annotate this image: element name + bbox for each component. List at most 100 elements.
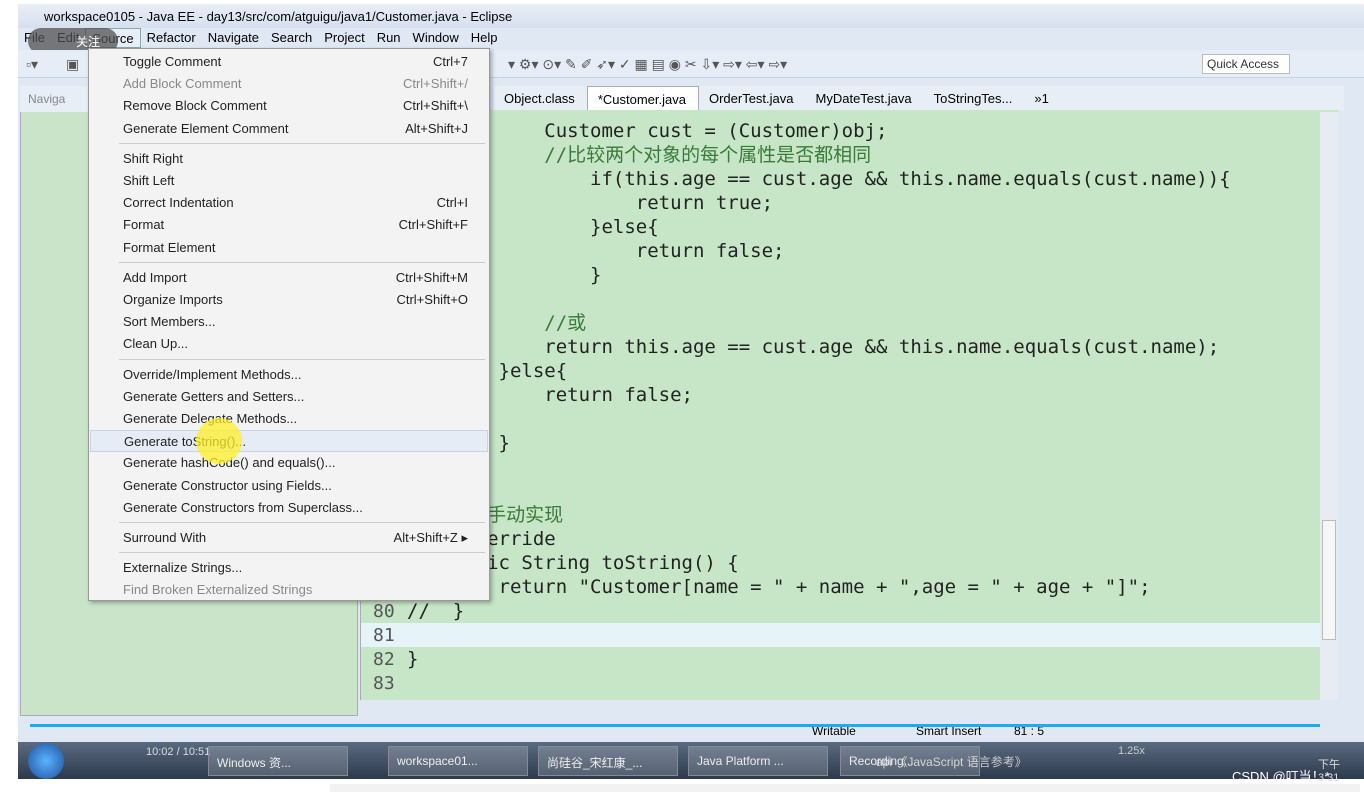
menu-item-shift-right[interactable]: Shift Right (90, 148, 488, 170)
code-line: 64 }else{ (361, 215, 1338, 239)
code-line: 66 } (361, 263, 1338, 287)
mouse-cursor-highlight (196, 418, 242, 464)
menu-item-add-block-comment: Add Block Comment Ctrl+Shift+/ (90, 73, 488, 95)
code-line: 71 return false; (361, 383, 1338, 407)
line-number: 80 (373, 601, 395, 622)
menu-item-add-import[interactable]: Add Import Ctrl+Shift+M (90, 267, 488, 289)
code-line: 70 }else{ (361, 359, 1338, 383)
code-text: if(this.age == cust.age && this.name.equ… (407, 168, 1231, 190)
code-line: 77 @Override (361, 527, 1338, 551)
menu-item-shift-left[interactable]: Shift Left (90, 170, 488, 192)
menu-item-format-element[interactable]: Format Element (90, 237, 488, 259)
code-line: 79 return "Customer[name = " + name + ",… (361, 575, 1338, 599)
title-bar: workspace0105 - Java EE - day13/src/com/… (18, 4, 1364, 28)
line-number: 83 (373, 673, 395, 694)
menu-item-shortcut: Alt+Shift+J (405, 120, 468, 136)
menu-run[interactable]: Run (371, 28, 407, 48)
taskbar-item[interactable]: Java Platform ... (688, 746, 828, 776)
taskbar-item[interactable]: workspace01... (388, 746, 528, 776)
menu-item-label: Shift Right (123, 150, 183, 166)
editor-tab[interactable]: OrderTest.java (699, 86, 806, 110)
menu-item-generate-element-comment[interactable]: Generate Element Comment Alt+Shift+J (90, 118, 488, 140)
menu-search[interactable]: Search (265, 28, 318, 48)
menu-item-remove-block-comment[interactable]: Remove Block Comment Ctrl+Shift+\ (90, 95, 488, 117)
quick-access-input[interactable]: Quick Access (1202, 54, 1290, 74)
menu-item-generate-constructor-using-fields[interactable]: Generate Constructor using Fields... (90, 475, 488, 497)
start-button[interactable] (28, 743, 64, 779)
watermark: CSDN @叮当！* (1232, 769, 1330, 784)
menu-refactor[interactable]: Refactor (141, 28, 202, 48)
source-menu: Toggle Comment Ctrl+7 Add Block Comment Ctr… (88, 48, 490, 601)
menu-navigate[interactable]: Navigate (202, 28, 265, 48)
taskbar-item[interactable]: Windows 资... (208, 746, 348, 776)
code-line: 72 (361, 407, 1338, 431)
code-line: 67 (361, 287, 1338, 311)
menu-item-label: Surround With (123, 530, 207, 545)
save-icon[interactable]: ▣ (66, 56, 79, 73)
video-time: 10:02 / 10:51 (146, 746, 211, 758)
menu-help[interactable]: Help (465, 28, 504, 48)
menu-item-correct-indentation[interactable]: Correct Indentation Ctrl+I (90, 192, 488, 214)
menu-item-toggle-comment[interactable]: Toggle Comment Ctrl+7 (90, 51, 488, 73)
menu-item-label: Toggle Comment (123, 54, 222, 69)
editor-tab[interactable]: ToStringTes... (924, 86, 1025, 110)
new-icon[interactable]: ▫▾ (26, 56, 38, 73)
code-line: 60 Customer cust = (Customer)obj; (361, 119, 1338, 143)
menu-item-shortcut: Ctrl+Shift+F (398, 217, 468, 233)
scrollbar-thumb[interactable] (1322, 520, 1336, 640)
menu-separator (119, 142, 485, 144)
editor-tab[interactable]: *Customer.java (586, 86, 699, 110)
menu-item-label: Correct Indentation (123, 195, 234, 211)
menu-item-label: Shift Left (123, 173, 175, 188)
menu-item-generate-tostring[interactable]: Generate toString()... (90, 430, 488, 453)
code-text: return "Customer[name = " + name + ",age… (407, 576, 1151, 598)
editor-tab[interactable]: Object.class (494, 86, 587, 110)
editor-tab[interactable]: »1 (1024, 86, 1060, 110)
menu-item-generate-delegate-methods[interactable]: Generate Delegate Methods... (90, 408, 488, 430)
code-line: 69 return this.age == cust.age && this.n… (361, 335, 1338, 359)
line-number: 81 (373, 625, 395, 646)
menu-item-label: Format Element (123, 239, 216, 255)
menu-item-shortcut: Alt+Shift+Z ▸ (393, 530, 468, 545)
menu-item-shortcut: Ctrl+7 (432, 54, 468, 69)
menu-item-label: Generate Constructor using Fields... (123, 477, 332, 493)
menu-item-generate-getters-and-setters[interactable]: Generate Getters and Setters... (90, 386, 488, 408)
code-line: 73 } (361, 431, 1338, 455)
video-progress-bar[interactable] (30, 724, 1320, 727)
code-line: 81 (361, 623, 1338, 647)
menu-item-label: Clean Up... (123, 336, 189, 352)
menu-item-shortcut: Ctrl+Shift+M (395, 269, 468, 285)
playback-speed[interactable]: 1.25x (1118, 745, 1145, 757)
code-line: 82} (361, 647, 1338, 671)
menu-item-surround-with[interactable]: Surround With Alt+Shift+Z ▸ (90, 527, 488, 549)
code-editor[interactable]: 60 Customer cust = (Customer)obj;61 //比较… (360, 110, 1338, 700)
menu-item-find-broken-externalized-strings: Find Broken Externalized Strings (90, 579, 488, 601)
menu-item-externalize-strings[interactable]: Externalize Strings... (90, 557, 488, 579)
menu-item-label: Sort Members... (123, 314, 216, 330)
menu-item-format[interactable]: Format Ctrl+Shift+F (90, 214, 488, 236)
taskbar-item[interactable]: Recording... (840, 746, 980, 776)
code-line: 76 //手动实现 (361, 503, 1338, 527)
taskbar-item[interactable]: 尚硅谷_宋红康_... (538, 746, 678, 776)
run-icons[interactable]: ▾ ⚙▾ ⊙▾ ✎ ✐ ➶▾ ✓ ▦ ▤ ◉ ✂ ⇩▾ ⇨▾ ⇦▾ ⇨▾ (508, 56, 787, 73)
menu-window[interactable]: Window (407, 28, 465, 48)
menu-item-label: Add Import (123, 269, 187, 285)
code-line: 78 public String toString() { (361, 551, 1338, 575)
menu-item-shortcut: Ctrl+I (436, 195, 468, 211)
editor-tab[interactable]: MyDateTest.java (806, 86, 924, 110)
code-line: 62 if(this.age == cust.age && this.name.… (361, 167, 1338, 191)
menu-item-label: Externalize Strings... (123, 560, 243, 576)
menu-item-shortcut: Ctrl+Shift+/ (402, 76, 468, 92)
page-strip (330, 784, 1360, 792)
menu-item-clean-up[interactable]: Clean Up... (90, 333, 488, 355)
menu-project[interactable]: Project (318, 28, 370, 48)
menu-item-sort-members[interactable]: Sort Members... (90, 311, 488, 333)
menu-item-generate-constructors-from-superclass[interactable]: Generate Constructors from Superclass... (90, 497, 488, 519)
menu-item-organize-imports[interactable]: Organize Imports Ctrl+Shift+O (90, 289, 488, 311)
code-line: 65 return false; (361, 239, 1338, 263)
menu-item-label: Generate Constructors from Superclass... (123, 499, 363, 515)
code-text: return this.age == cust.age && this.name… (407, 336, 1220, 358)
menu-item-label: Add Block Comment (123, 76, 242, 92)
menu-item-generate-hashcode-and-equals[interactable]: Generate hashCode() and equals()... (90, 452, 488, 474)
menu-item-override-implement-methods[interactable]: Override/Implement Methods... (90, 364, 488, 386)
